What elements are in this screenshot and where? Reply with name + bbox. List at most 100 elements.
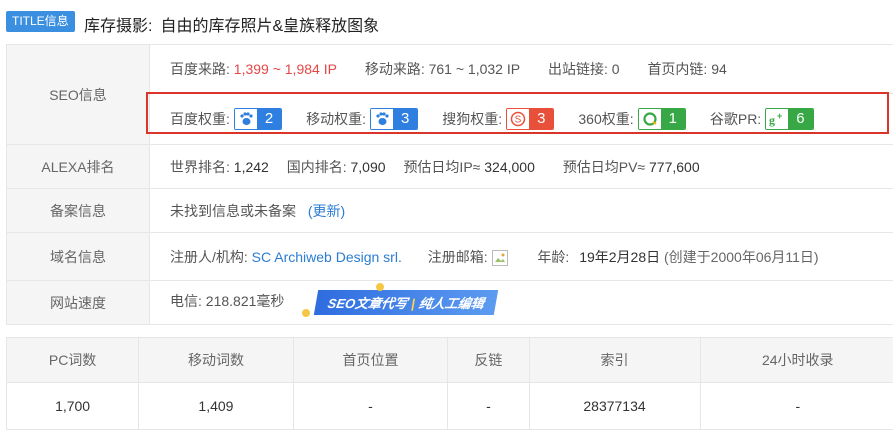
seo-ad-banner[interactable]: SEO文章代写|纯人工编辑 [314,290,499,315]
title-badge: TITLE信息 [6,11,75,32]
icp-text: 未找到信息或未备案 [170,203,296,219]
alexa-row: 世界排名: 1,242 国内排名: 7,090 预估日均IP≈ 324,000 … [150,145,893,189]
svg-text:g: g [769,113,775,127]
weight-baidu[interactable]: 百度权重: 2 [170,95,282,143]
weight-mobile-value: 3 [393,109,417,129]
domain-row: 注册人/机构: SC Archiweb Design srl. 注册邮箱: 年龄… [150,233,893,281]
weight-sogou[interactable]: 搜狗权重: S 3 [442,95,554,143]
domestic-rank: 国内排名: 7,090 [287,159,386,175]
weight-sogou-badge[interactable]: S 3 [506,108,554,130]
mobile-source-value: 761 ~ 1,032 IP [429,61,520,77]
icp-label: 备案信息 [7,189,150,233]
daily-pv-value: 777,600 [649,159,700,175]
mobile-paw-icon [371,109,393,129]
baidu-source-value: 1,399 ~ 1,984 [234,61,320,77]
baidu-paw-icon [235,109,257,129]
banner-dot-top [376,283,384,291]
stats-table: PC词数 移动词数 首页位置 反链 索引 24小时收录 1,700 1,409 … [6,337,893,430]
stats-value-backlinks: - [448,383,529,430]
email-label: 注册邮箱: [428,249,488,265]
stats-value-index: 28377134 [529,383,700,430]
stats-value-pc: 1,700 [7,383,139,430]
seo-source-row: 百度来路: 1,399 ~ 1,984 IP 移动来路: 761 ~ 1,032… [150,45,893,94]
baidu-source: 百度来路: 1,399 ~ 1,984 IP [170,46,337,92]
stats-value-mobile: 1,409 [139,383,294,430]
stats-header-mobile: 移动词数 [139,338,294,383]
world-rank-label: 世界排名: [170,159,230,175]
stats-header-index: 索引 [529,338,700,383]
seo-weights-row: 百度权重: 2 移动权重: 3 [150,94,893,145]
stats-header-pc: PC词数 [7,338,139,383]
banner-dot-left [302,309,310,317]
weight-google-label: 谷歌PR: [710,109,761,129]
weight-baidu-label: 百度权重: [170,109,230,129]
page-title: 库存摄影: 自由的库存照片&皇族释放图象 [84,12,387,36]
daily-pv-label: 预估日均PV≈ [563,159,645,175]
weight-mobile-badge[interactable]: 3 [370,108,418,130]
stats-value-24h: - [700,383,893,430]
world-rank-value: 1,242 [234,159,269,175]
daily-ip-label: 预估日均IP≈ [403,159,480,175]
seo-label: SEO信息 [7,45,150,145]
stats-header-row: PC词数 移动词数 首页位置 反链 索引 24小时收录 [7,338,893,383]
email-image-icon [492,250,508,266]
stats-header-24h: 24小时收录 [700,338,893,383]
stats-value-row: 1,700 1,409 - - 28377134 - [7,383,893,430]
title-value: 自由的库存照片&皇族释放图象 [160,18,379,35]
mobile-source-label: 移动来路: [365,61,425,77]
daily-ip: 预估日均IP≈ 324,000 [403,159,534,175]
speed-row: 电信: 218.821毫秒 SEO文章代写|纯人工编辑 [150,281,893,325]
weight-360-label: 360权重: [578,109,633,129]
inlinks-value: 94 [711,61,727,77]
weight-mobile[interactable]: 移动权重: 3 [306,95,418,143]
weight-sogou-value: 3 [529,109,553,129]
inlinks-label: 首页内链: [647,61,707,77]
title-row: TITLE信息 库存摄影: 自由的库存照片&皇族释放图象 [0,0,893,44]
google-plus-icon: g+ [766,109,788,129]
age-value: 19年2月28日 [579,249,660,265]
speed-label: 网站速度 [7,281,150,325]
360-icon [639,109,661,129]
age-label: 年龄: [537,249,569,265]
registrant-link[interactable]: SC Archiweb Design srl. [252,249,402,265]
weight-360-value: 1 [661,109,685,129]
weight-sogou-label: 搜狗权重: [442,109,502,129]
icp-row: 未找到信息或未备案 (更新) [150,189,893,233]
inlinks: 首页内链: 94 [647,46,726,92]
registrant-label: 注册人/机构: [170,249,248,265]
created-date: (创建于2000年06月11日) [664,249,819,265]
baidu-source-label: 百度来路: [170,61,230,77]
domain-label: 域名信息 [7,233,150,281]
stats-value-home-position: - [293,383,448,430]
banner-right-text: 纯人工编辑 [418,296,486,311]
outlinks-label: 出站链接: [548,61,608,77]
mobile-source: 移动来路: 761 ~ 1,032 IP [365,46,520,92]
weight-360-badge[interactable]: 1 [638,108,686,130]
domestic-rank-value: 7,090 [351,159,386,175]
seo-info-table: SEO信息 百度来路: 1,399 ~ 1,984 IP 移动来路: 761 ~… [6,44,893,325]
weight-baidu-value: 2 [257,109,281,129]
daily-ip-value: 324,000 [484,159,535,175]
svg-text:S: S [515,115,522,126]
daily-pv: 预估日均PV≈ 777,600 [563,159,700,175]
stats-header-home-position: 首页位置 [293,338,448,383]
svg-text:+: + [777,111,782,121]
weight-baidu-badge[interactable]: 2 [234,108,282,130]
weight-google-badge[interactable]: g+ 6 [765,108,813,130]
alexa-label: ALEXA排名 [7,145,150,189]
weight-mobile-label: 移动权重: [306,109,366,129]
icp-update-link[interactable]: (更新) [308,203,345,219]
title-label: 库存摄影: [84,18,152,35]
telecom-speed: 电信: 218.821毫秒 [170,293,284,309]
sogou-icon: S [507,109,529,129]
world-rank: 世界排名: 1,242 [170,159,269,175]
banner-left-text: SEO文章代写 [327,296,409,311]
weight-360[interactable]: 360权重: 1 [578,95,686,143]
outlinks: 出站链接: 0 [548,46,620,92]
weight-google-value: 6 [788,109,812,129]
weight-google[interactable]: 谷歌PR: g+ 6 [710,95,814,143]
banner-separator: | [410,296,416,311]
baidu-source-unit: IP [324,61,337,77]
domestic-rank-label: 国内排名: [287,159,347,175]
stats-header-backlinks: 反链 [448,338,529,383]
